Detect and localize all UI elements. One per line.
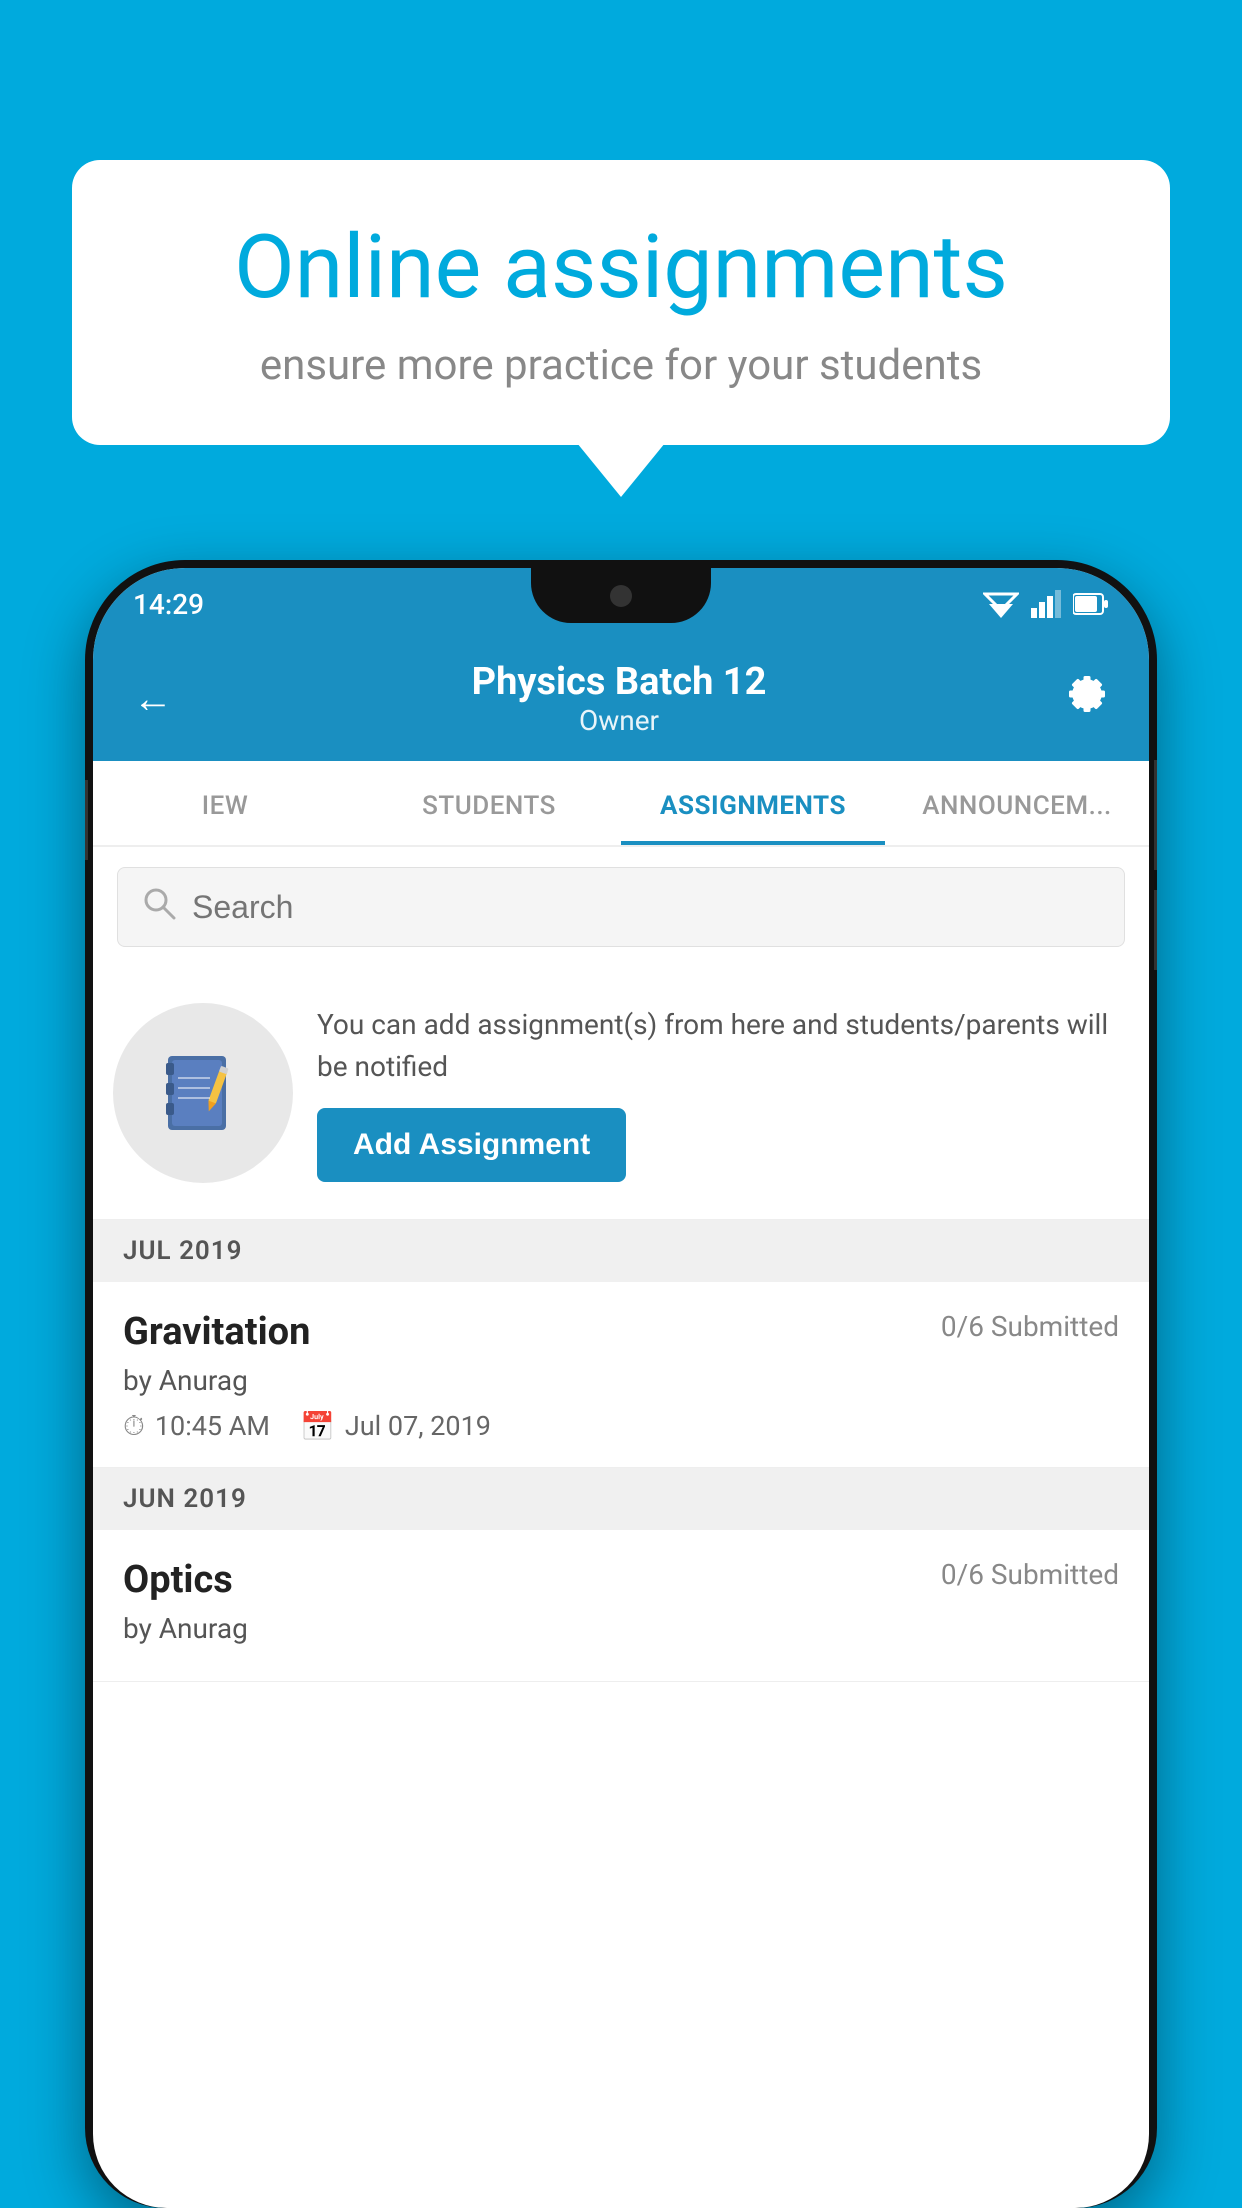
search-icon xyxy=(142,886,176,928)
assignment-submitted: 0/6 Submitted xyxy=(941,1310,1119,1343)
promo-area: You can add assignment(s) from here and … xyxy=(93,967,1149,1220)
header-subtitle: Owner xyxy=(173,704,1065,737)
calendar-icon: 📅 xyxy=(300,1410,335,1443)
assignment-name: Gravitation xyxy=(123,1310,310,1354)
speech-bubble-container: Online assignments ensure more practice … xyxy=(72,160,1170,445)
battery-icon xyxy=(1073,592,1109,616)
assignment-item-optics[interactable]: Optics 0/6 Submitted by Anurag xyxy=(93,1530,1149,1682)
phone-frame: 14:29 xyxy=(85,560,1157,2208)
section-header-jun: JUN 2019 xyxy=(93,1468,1149,1530)
camera xyxy=(610,585,632,607)
speech-bubble: Online assignments ensure more practice … xyxy=(72,160,1170,445)
status-time: 14:29 xyxy=(133,588,204,621)
header-title: Physics Batch 12 xyxy=(173,660,1065,704)
tabs-bar: IEW STUDENTS ASSIGNMENTS ANNOUNCEM... xyxy=(93,761,1149,847)
assignment-time: 10:45 AM xyxy=(155,1410,270,1442)
volume-down-button xyxy=(1154,890,1157,970)
status-bar: 14:29 xyxy=(93,568,1149,640)
promo-icon-circle xyxy=(113,1003,293,1183)
assignment-submitted-optics: 0/6 Submitted xyxy=(941,1558,1119,1591)
gear-icon xyxy=(1065,672,1109,716)
assignment-header-row: Gravitation 0/6 Submitted xyxy=(123,1310,1119,1354)
assignment-item-gravitation[interactable]: Gravitation 0/6 Submitted by Anurag ⏱ 10… xyxy=(93,1282,1149,1468)
time-meta: ⏱ 10:45 AM xyxy=(123,1409,270,1443)
tab-assignments[interactable]: ASSIGNMENTS xyxy=(621,761,885,845)
assignment-author: by Anurag xyxy=(123,1364,1119,1397)
search-input[interactable] xyxy=(192,889,1100,926)
search-bar xyxy=(117,867,1125,947)
notebook-icon xyxy=(158,1048,248,1138)
section-header-jul: JUL 2019 xyxy=(93,1220,1149,1282)
tab-overview[interactable]: IEW xyxy=(93,761,357,845)
assignment-author-optics: by Anurag xyxy=(123,1612,1119,1645)
app-header: ← Physics Batch 12 Owner xyxy=(93,640,1149,761)
speech-bubble-title: Online assignments xyxy=(142,220,1100,317)
assignment-header-row-optics: Optics 0/6 Submitted xyxy=(123,1558,1119,1602)
date-meta: 📅 Jul 07, 2019 xyxy=(300,1410,491,1443)
assignment-name-optics: Optics xyxy=(123,1558,233,1602)
wifi-icon xyxy=(983,590,1019,618)
phone-screen: 14:29 xyxy=(93,568,1149,2208)
assignment-meta: ⏱ 10:45 AM 📅 Jul 07, 2019 xyxy=(123,1409,1119,1443)
promo-text-area: You can add assignment(s) from here and … xyxy=(317,1004,1119,1182)
speech-bubble-subtitle: ensure more practice for your students xyxy=(142,341,1100,390)
signal-icon xyxy=(1031,590,1061,618)
search-container xyxy=(93,847,1149,967)
promo-description: You can add assignment(s) from here and … xyxy=(317,1004,1119,1088)
clock-icon: ⏱ xyxy=(123,1409,145,1443)
assignment-date: Jul 07, 2019 xyxy=(345,1410,491,1442)
power-button xyxy=(1154,760,1157,870)
header-center: Physics Batch 12 Owner xyxy=(173,660,1065,737)
volume-button xyxy=(85,780,88,860)
back-button[interactable]: ← xyxy=(133,675,173,722)
add-assignment-button[interactable]: Add Assignment xyxy=(317,1108,626,1182)
notch xyxy=(531,568,711,623)
settings-button[interactable] xyxy=(1065,672,1109,726)
tab-students[interactable]: STUDENTS xyxy=(357,761,621,845)
tab-announcements[interactable]: ANNOUNCEM... xyxy=(885,761,1149,845)
status-icons xyxy=(983,590,1109,618)
